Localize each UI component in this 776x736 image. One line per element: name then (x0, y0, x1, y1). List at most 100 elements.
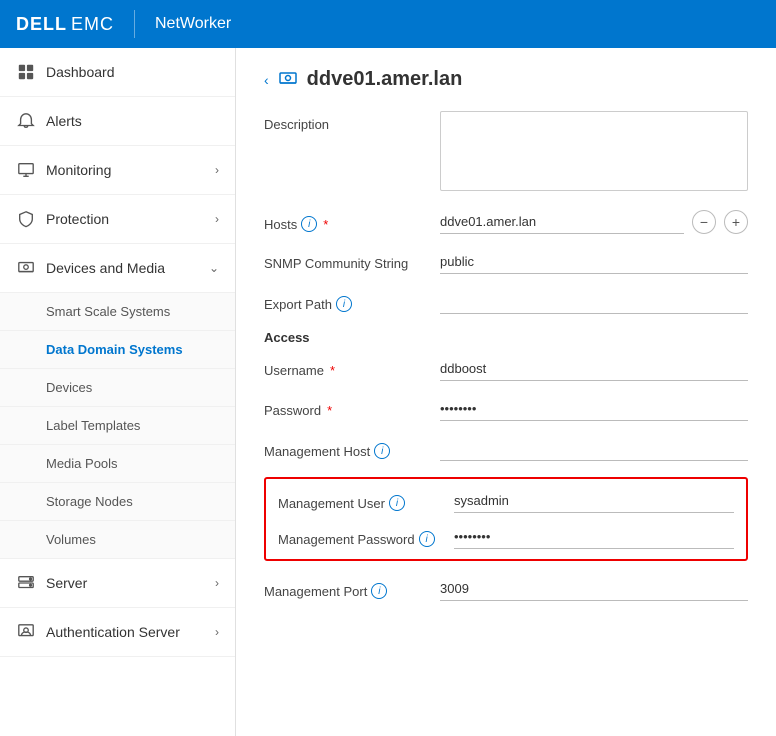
sidebar-subitems: Smart Scale Systems Data Domain Systems … (0, 293, 235, 559)
hosts-input[interactable] (440, 210, 684, 234)
export-path-label: Export Path i (264, 290, 424, 312)
mgmt-user-label: Management User i (278, 489, 438, 511)
sidebar-subitem-smart-scale[interactable]: Smart Scale Systems (0, 293, 235, 331)
server-chevron: › (215, 576, 219, 590)
management-highlight-box: Management User i Management Password i (264, 477, 748, 561)
hosts-required: * (323, 217, 328, 232)
devices-media-icon (16, 258, 36, 278)
hosts-row: Hosts i * − + (264, 210, 748, 234)
mgmt-host-label: Management Host i (264, 437, 424, 459)
devices-media-chevron: ⌄ (209, 261, 219, 275)
sidebar-item-server[interactable]: Server › (0, 559, 235, 608)
auth-icon (16, 622, 36, 642)
mgmt-port-row: Management Port i (264, 577, 748, 601)
protection-chevron: › (215, 212, 219, 226)
password-required: * (327, 403, 332, 418)
username-input[interactable] (440, 357, 748, 381)
brand-logo: DELL EMC (16, 14, 114, 35)
export-path-input-area (440, 290, 748, 314)
auth-server-chevron: › (215, 625, 219, 639)
sidebar-item-protection[interactable]: Protection › (0, 195, 235, 244)
description-row: Description (264, 111, 748, 194)
mgmt-host-input-area (440, 437, 748, 461)
export-path-input[interactable] (440, 290, 748, 314)
sidebar-label-monitoring: Monitoring (46, 162, 205, 178)
dashboard-icon (16, 62, 36, 82)
monitoring-chevron: › (215, 163, 219, 177)
monitoring-icon (16, 160, 36, 180)
mgmt-port-input-area (440, 577, 748, 601)
hosts-input-row: − + (440, 210, 748, 234)
mgmt-user-input-area (454, 489, 734, 513)
sidebar-item-monitoring[interactable]: Monitoring › (0, 146, 235, 195)
page-header: ‹ ddve01.amer.lan (264, 68, 748, 91)
mgmt-user-row: Management User i (278, 489, 734, 513)
snmp-input[interactable] (440, 250, 748, 274)
mgmt-password-input-area (454, 525, 734, 549)
server-icon (16, 573, 36, 593)
sidebar-subitem-label-templates[interactable]: Label Templates (0, 407, 235, 445)
sidebar-subitem-media-pools[interactable]: Media Pools (0, 445, 235, 483)
app-name: NetWorker (155, 15, 231, 33)
mgmt-user-info-icon[interactable]: i (389, 495, 405, 511)
sidebar-label-protection: Protection (46, 211, 205, 227)
export-path-info-icon[interactable]: i (336, 296, 352, 312)
sidebar-item-alerts[interactable]: Alerts (0, 97, 235, 146)
hosts-label: Hosts i * (264, 210, 424, 232)
mgmt-port-info-icon[interactable]: i (371, 583, 387, 599)
sidebar-label-server: Server (46, 575, 205, 591)
brand-emc: EMC (71, 14, 114, 35)
sidebar-subitem-data-domain[interactable]: Data Domain Systems (0, 331, 235, 369)
sidebar-label-dashboard: Dashboard (46, 64, 219, 80)
username-required: * (330, 363, 335, 378)
username-row: Username * (264, 357, 748, 381)
mgmt-host-row: Management Host i (264, 437, 748, 461)
topbar-divider (134, 10, 135, 38)
page-title: ddve01.amer.lan (307, 68, 463, 91)
export-path-row: Export Path i (264, 290, 748, 314)
mgmt-port-label: Management Port i (264, 577, 424, 599)
page-domain-icon (277, 69, 299, 91)
sidebar: Dashboard Alerts Monitoring › (0, 48, 236, 736)
mgmt-port-input[interactable] (440, 577, 748, 601)
main-content: ‹ ddve01.amer.lan Description Hosts i (236, 48, 776, 736)
mgmt-host-input[interactable] (440, 437, 748, 461)
main-layout: Dashboard Alerts Monitoring › (0, 48, 776, 736)
description-input[interactable] (440, 111, 748, 191)
brand-dell: DELL (16, 14, 67, 35)
mgmt-password-label: Management Password i (278, 525, 438, 547)
description-label: Description (264, 111, 424, 132)
snmp-input-area (440, 250, 748, 274)
access-heading: Access (264, 330, 748, 345)
mgmt-password-row: Management Password i (278, 525, 734, 549)
sidebar-subitem-volumes[interactable]: Volumes (0, 521, 235, 559)
add-host-button[interactable]: + (724, 210, 748, 234)
mgmt-password-input[interactable] (454, 525, 734, 549)
snmp-row: SNMP Community String (264, 250, 748, 274)
username-label: Username * (264, 357, 424, 378)
password-row: Password * (264, 397, 748, 421)
sidebar-item-auth-server[interactable]: Authentication Server › (0, 608, 235, 657)
mgmt-password-info-icon[interactable]: i (419, 531, 435, 547)
sidebar-item-dashboard[interactable]: Dashboard (0, 48, 235, 97)
topbar: DELL EMC NetWorker (0, 0, 776, 48)
protection-icon (16, 209, 36, 229)
alerts-icon (16, 111, 36, 131)
mgmt-user-input[interactable] (454, 489, 734, 513)
snmp-label: SNMP Community String (264, 250, 424, 271)
hosts-info-icon[interactable]: i (301, 216, 317, 232)
sidebar-subitem-storage-nodes[interactable]: Storage Nodes (0, 483, 235, 521)
sidebar-label-auth-server: Authentication Server (46, 624, 205, 640)
password-label: Password * (264, 397, 424, 418)
password-input[interactable] (440, 397, 748, 421)
hosts-input-area: − + (440, 210, 748, 234)
sidebar-label-devices-media: Devices and Media (46, 260, 199, 276)
username-input-area (440, 357, 748, 381)
sidebar-subitem-devices[interactable]: Devices (0, 369, 235, 407)
description-input-area (440, 111, 748, 194)
back-button[interactable]: ‹ (264, 72, 269, 88)
sidebar-label-alerts: Alerts (46, 113, 219, 129)
remove-host-button[interactable]: − (692, 210, 716, 234)
sidebar-item-devices-media[interactable]: Devices and Media ⌄ (0, 244, 235, 293)
mgmt-host-info-icon[interactable]: i (374, 443, 390, 459)
